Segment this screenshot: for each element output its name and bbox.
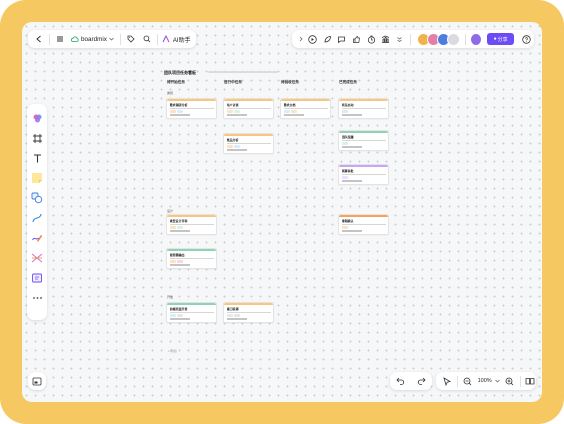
task-card[interactable]: 原型设计评审 (166, 214, 217, 235)
task-card[interactable]: 接口联调 (223, 302, 274, 323)
table-icon[interactable] (30, 271, 44, 285)
ai-assistant-button[interactable]: AI助手 (173, 35, 191, 44)
task-card[interactable]: 竞品分析 (223, 133, 274, 154)
more-icon[interactable] (393, 36, 406, 43)
share-button[interactable]: ● 分享 (486, 33, 515, 45)
add-card-button[interactable]: + 添加 (168, 349, 177, 353)
frame-icon[interactable] (30, 131, 44, 145)
back-icon[interactable] (34, 33, 44, 45)
timer-icon[interactable] (364, 35, 379, 44)
chevron-down-icon[interactable] (494, 379, 502, 383)
whiteboard-canvas[interactable]: boardmix AI助手 ● 分享 团队项目任务看板 待开始任务 进行中任务 … (22, 22, 542, 402)
menu-icon[interactable] (55, 33, 65, 45)
chevron-right-icon[interactable] (296, 36, 305, 42)
minimap-button[interactable] (28, 372, 46, 390)
task-card[interactable]: 视觉稿输出 (166, 248, 217, 269)
vote-icon[interactable] (378, 35, 393, 44)
task-card[interactable]: 预算审批 (338, 164, 389, 185)
connector-icon[interactable] (30, 211, 44, 225)
task-card[interactable]: 排期确认 (338, 214, 389, 235)
redo-icon[interactable] (417, 377, 426, 385)
share-icon: ● (493, 36, 497, 42)
zoom-in-icon[interactable] (504, 377, 515, 386)
column-header[interactable]: 待验收任务 (281, 80, 299, 85)
minimap-icon (32, 377, 42, 385)
pen-icon[interactable] (30, 231, 44, 245)
shape-icon[interactable] (30, 191, 44, 205)
chevron-down-icon[interactable] (108, 37, 116, 41)
column-header[interactable]: 进行中任务 (224, 80, 242, 85)
avatar (446, 32, 460, 46)
share-label: 分享 (497, 36, 508, 43)
group-label: 设计 (167, 209, 174, 213)
group-label: 开发 (167, 295, 174, 299)
book-icon[interactable] (525, 377, 536, 385)
ai-icon[interactable] (162, 35, 171, 43)
app-frame: boardmix AI助手 ● 分享 团队项目任务看板 待开始任务 进行中任务 … (0, 0, 564, 424)
sticky-note-icon[interactable] (30, 171, 44, 185)
colorful-template-icon[interactable] (30, 111, 44, 125)
help-icon[interactable] (519, 34, 534, 44)
task-card[interactable]: 需求调研分析 (166, 98, 217, 119)
cloud-icon (70, 36, 79, 42)
comment-icon[interactable] (334, 35, 349, 44)
board-title[interactable]: 团队项目任务看板 (164, 70, 196, 76)
column-header[interactable]: 待开始任务 (167, 80, 185, 85)
rocket-icon[interactable] (320, 35, 335, 44)
brand-name[interactable]: boardmix (81, 36, 107, 43)
task-card[interactable]: 项目启动 (338, 98, 389, 119)
mindmap-icon[interactable] (30, 251, 44, 265)
task-card[interactable]: 前端页面开发 (166, 302, 217, 323)
zoom-out-icon[interactable] (462, 377, 473, 386)
top-right-toolbar: ● 分享 (292, 30, 534, 48)
zoom-level[interactable]: 100% (478, 378, 492, 384)
task-card[interactable]: 用户访谈 (223, 98, 274, 119)
undo-icon[interactable] (396, 377, 405, 385)
search-icon[interactable] (141, 35, 153, 43)
undo-redo-group (390, 372, 432, 390)
text-icon[interactable] (30, 151, 44, 165)
like-icon[interactable] (349, 35, 364, 44)
left-toolbar (27, 104, 47, 320)
user-avatar[interactable] (470, 33, 481, 45)
tag-icon[interactable] (125, 35, 137, 43)
group-label: 类别 (167, 91, 174, 95)
column-header[interactable]: 已完成任务 (339, 80, 357, 85)
board-meta (208, 70, 278, 74)
cursor-icon[interactable] (440, 376, 453, 386)
play-icon[interactable] (305, 34, 320, 44)
collaborator-avatars[interactable] (416, 32, 460, 46)
task-card[interactable]: 团队组建 (338, 130, 389, 151)
task-card[interactable]: 需求文档 (280, 98, 331, 119)
zoom-controls: 100% (436, 372, 536, 390)
top-left-toolbar: boardmix AI助手 (28, 30, 196, 48)
more-tools-icon[interactable] (30, 291, 44, 305)
